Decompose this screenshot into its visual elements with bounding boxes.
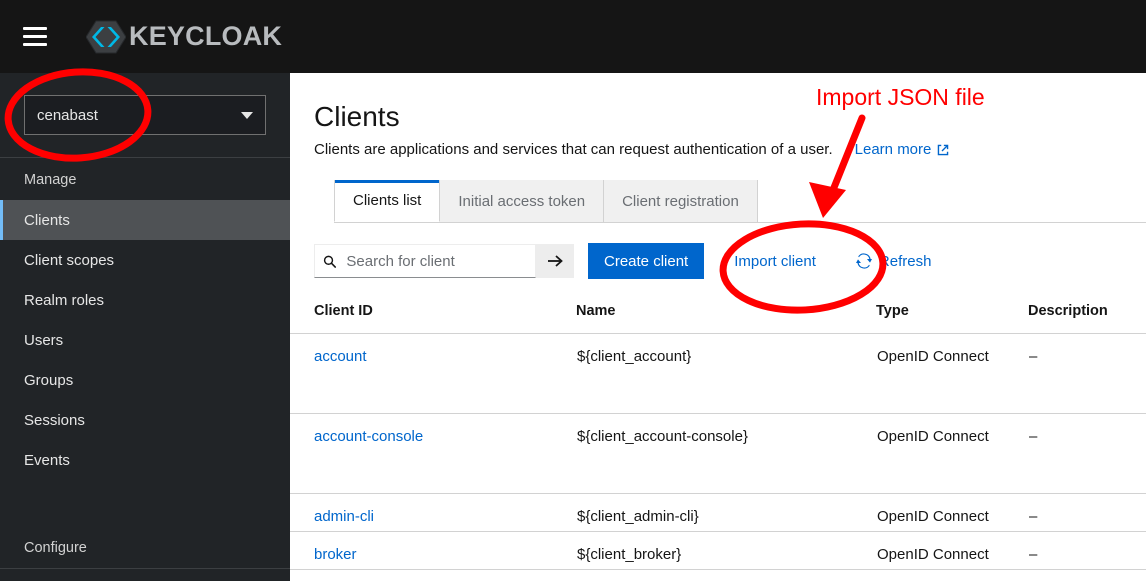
table-head: Client ID Name Type Description [290, 297, 1146, 334]
external-link-icon [938, 144, 949, 155]
page-header: Clients Clients are applications and ser… [290, 73, 1146, 158]
hamburger-icon[interactable] [16, 18, 54, 56]
cell-type: OpenID Connect [876, 531, 1028, 570]
sidebar-item-sessions[interactable]: Sessions [0, 400, 290, 440]
column-header-description[interactable]: Description [1028, 297, 1146, 334]
clients-toolbar: Create client Import client Refresh [290, 223, 1146, 297]
tab-bar: Clients list Initial access token Client… [334, 180, 1146, 223]
sidebar-section-configure-title: Configure [24, 540, 87, 556]
learn-more-label: Learn more [854, 141, 932, 158]
table-row[interactable]: account-console ${client_account-console… [290, 413, 1146, 494]
table-row[interactable]: account ${client_account} OpenID Connect… [290, 333, 1146, 414]
tab-label: Clients list [353, 192, 422, 209]
cell-type: OpenID Connect [876, 333, 1028, 414]
search-group [314, 244, 574, 278]
sidebar-item-label: Clients [24, 211, 70, 229]
tab-client-registration[interactable]: Client registration [604, 180, 758, 222]
page-subtitle-row: Clients are applications and services th… [314, 141, 1122, 158]
column-header-client-id[interactable]: Client ID [290, 297, 576, 334]
sidebar-item-label: Client scopes [24, 251, 115, 269]
sidebar-item-events[interactable]: Events [0, 440, 290, 480]
sidebar-item-client-scopes[interactable]: Client scopes [0, 240, 290, 280]
sidebar-item-label: Users [24, 331, 64, 349]
import-client-button[interactable]: Import client [718, 243, 832, 279]
sidebar-item-label: Sessions [24, 411, 85, 429]
table-row[interactable]: admin-cli ${client_admin-cli} OpenID Con… [290, 493, 1146, 532]
masthead: KEYCLOAK [0, 0, 1146, 73]
column-header-type[interactable]: Type [876, 297, 1028, 334]
search-input[interactable] [344, 251, 527, 271]
search-icon [323, 255, 337, 268]
cell-description: – [1028, 493, 1146, 532]
refresh-label: Refresh [878, 252, 932, 270]
sidebar: cenabast Manage Clients Client scopes Re… [0, 73, 290, 581]
realm-selector-value: cenabast [37, 106, 98, 124]
cell-type: OpenID Connect [876, 413, 1028, 494]
keycloak-logo-icon [86, 20, 126, 53]
cell-description: – [1028, 333, 1146, 414]
sidebar-item-realm-settings[interactable]: Realm settings [0, 569, 290, 581]
cell-type: OpenID Connect [876, 493, 1028, 532]
table-header-row: Client ID Name Type Description [290, 297, 1146, 334]
sidebar-section-manage-title: Manage [24, 172, 77, 188]
sidebar-item-label: Events [24, 451, 70, 469]
client-id-link[interactable]: broker [314, 546, 357, 563]
client-id-link[interactable]: account-console [314, 428, 423, 445]
search-submit-button[interactable] [536, 244, 574, 278]
sidebar-item-clients[interactable]: Clients [0, 200, 290, 240]
tab-label: Client registration [622, 192, 739, 210]
sidebar-item-label: Groups [24, 371, 74, 389]
client-id-link[interactable]: admin-cli [314, 508, 374, 525]
arrow-right-icon [547, 255, 563, 267]
sidebar-item-realm-roles[interactable]: Realm roles [0, 280, 290, 320]
brand-text: KEYCLOAK [129, 21, 283, 51]
brand[interactable]: KEYCLOAK [86, 17, 282, 57]
table-row[interactable]: broker ${client_broker} OpenID Connect – [290, 531, 1146, 570]
tab-initial-access-token[interactable]: Initial access token [440, 180, 605, 222]
clients-table: Client ID Name Type Description account … [290, 297, 1146, 570]
cell-description: – [1028, 531, 1146, 570]
cell-name: ${client_admin-cli} [576, 493, 876, 532]
cell-name: ${client_account-console} [576, 413, 876, 494]
realm-selector[interactable]: cenabast [24, 95, 266, 135]
search-box[interactable] [314, 244, 536, 278]
cell-name: ${client_broker} [576, 531, 876, 570]
refresh-button[interactable]: Refresh [846, 243, 942, 279]
table-body: account ${client_account} OpenID Connect… [290, 333, 1146, 570]
client-id-link[interactable]: account [314, 348, 367, 365]
learn-more-link[interactable]: Learn more [855, 141, 951, 158]
chevron-down-icon [241, 111, 253, 119]
sidebar-item-label: Realm roles [24, 291, 105, 309]
keycloak-admin-console: KEYCLOAK cenabast Manage Clients Client … [0, 0, 1146, 581]
cell-description: – [1028, 413, 1146, 494]
realm-selector-wrap: cenabast [0, 73, 290, 157]
create-client-button[interactable]: Create client [588, 243, 705, 279]
page-title: Clients [314, 101, 400, 132]
sidebar-item-users[interactable]: Users [0, 320, 290, 360]
cell-name: ${client_account} [576, 333, 876, 414]
main-content: Clients Clients are applications and ser… [290, 73, 1146, 581]
tab-clients-list[interactable]: Clients list [334, 180, 441, 222]
tab-label: Initial access token [458, 192, 586, 210]
page-subtitle: Clients are applications and services th… [314, 141, 833, 158]
sync-icon [855, 253, 872, 269]
column-header-name[interactable]: Name [576, 297, 876, 334]
sidebar-item-groups[interactable]: Groups [0, 360, 290, 400]
